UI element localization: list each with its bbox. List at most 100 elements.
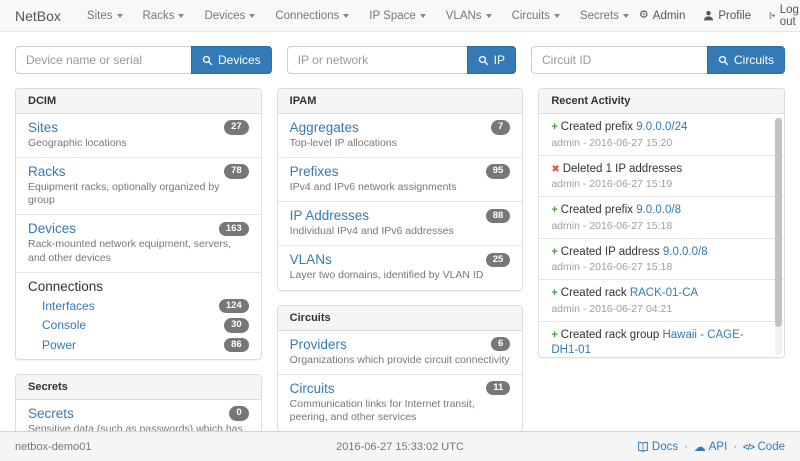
ip-search-input[interactable]	[287, 46, 467, 74]
connection-row: Power 86	[28, 338, 249, 352]
search-icon	[202, 55, 213, 66]
count-badge: 163	[219, 222, 249, 236]
activity-action: Created prefix	[561, 204, 633, 216]
panel-item-description: Individual IPv4 and IPv6 addresses	[290, 225, 511, 238]
activity-object-link[interactable]: 9.0.0.0/8	[663, 246, 708, 258]
connection-link[interactable]: Power	[42, 338, 76, 352]
plus-icon	[551, 329, 557, 341]
logout-link[interactable]: Log out	[769, 4, 800, 28]
docs-link[interactable]: Docs	[637, 441, 678, 453]
panel-circuits: Circuits Providers 6 Organizations which…	[277, 305, 524, 432]
admin-label: Admin	[653, 10, 686, 22]
device-search-button[interactable]: Devices	[191, 46, 272, 74]
logout-label: Log out	[780, 4, 800, 28]
code-label: Code	[758, 441, 786, 453]
navbar: NetBox Sites Racks Devices Connections I…	[0, 0, 800, 32]
code-icon: </>	[743, 442, 755, 452]
panel-item-link[interactable]: Devices	[28, 221, 76, 236]
caret-down-icon	[554, 14, 560, 18]
activity-list: Created prefix 9.0.0.0/24 admin - 2016-0…	[539, 114, 784, 357]
connection-row: Interfaces 124	[28, 299, 249, 313]
user-icon	[703, 10, 714, 21]
column-ipam: IPAM Aggregates 7 Top-level IP allocatio…	[277, 88, 524, 446]
column-dcim: DCIM Sites 27 Geographic locations Racks…	[15, 88, 262, 461]
nav-menu[interactable]: Devices	[194, 0, 265, 31]
main-content: DCIM Sites 27 Geographic locations Racks…	[15, 88, 785, 461]
nav-menu[interactable]: Secrets	[570, 0, 639, 31]
gear-icon: ⚙	[639, 10, 649, 21]
count-badge: 95	[486, 164, 511, 178]
device-search-input[interactable]	[15, 46, 191, 74]
panel-item-link[interactable]: VLANs	[290, 252, 332, 267]
connection-link[interactable]: Interfaces	[42, 299, 95, 313]
count-badge: 27	[224, 120, 249, 134]
panel-item-link[interactable]: Racks	[28, 164, 66, 179]
code-link[interactable]: </> Code	[743, 441, 785, 453]
count-badge: 6	[491, 337, 510, 351]
activity-action: Deleted 1 IP addresses	[563, 163, 682, 175]
footer-hostname: netbox-demo01	[15, 441, 91, 453]
nav-menu[interactable]: VLANs	[436, 0, 502, 31]
profile-link[interactable]: Profile	[703, 10, 751, 22]
caret-down-icon	[420, 14, 426, 18]
plus-icon	[551, 246, 557, 258]
panel-item: Devices 163 Rack-mounted network equipme…	[16, 214, 261, 271]
panel-item-link[interactable]: Secrets	[28, 406, 74, 421]
panel-item-description: Equipment racks, optionally organized by…	[28, 181, 249, 207]
activity-item: Created prefix 9.0.0.0/24 admin - 2016-0…	[539, 114, 784, 155]
plus-icon	[551, 287, 557, 299]
activity-scrollbar[interactable]	[775, 117, 782, 355]
panel-dcim: DCIM Sites 27 Geographic locations Racks…	[15, 88, 262, 360]
activity-object-link[interactable]: 9.0.0.0/24	[636, 121, 687, 133]
api-label: API	[709, 441, 728, 453]
circuit-search-input[interactable]	[531, 46, 707, 74]
panel-item-link[interactable]: Circuits	[290, 381, 335, 396]
nav-menu[interactable]: Connections	[265, 0, 359, 31]
count-badge: 78	[224, 164, 249, 178]
activity-object-link[interactable]: 9.0.0.0/8	[636, 204, 681, 216]
api-link[interactable]: ☁ API	[694, 441, 728, 453]
scrollbar-thumb[interactable]	[775, 118, 782, 327]
activity-meta: admin - 2016-06-27 15:18	[551, 261, 768, 273]
circuit-search-button[interactable]: Circuits	[707, 46, 785, 74]
brand-logo[interactable]: NetBox	[15, 8, 61, 24]
footer-links: Docs · ☁ API · </> Code	[637, 441, 785, 453]
connections-section: Connections Interfaces 124 Console 30	[16, 272, 261, 359]
nav-menu[interactable]: Circuits	[502, 0, 570, 31]
connection-link[interactable]: Console	[42, 318, 86, 332]
nav-menu[interactable]: Sites	[77, 0, 133, 31]
activity-action: Created rack	[561, 287, 627, 299]
ip-search-button[interactable]: IP	[467, 46, 516, 74]
panel-item: IP Addresses 88 Individual IPv4 and IPv6…	[278, 201, 523, 245]
activity-object-link[interactable]: RACK-01-CA	[630, 287, 698, 299]
panel-item-link[interactable]: IP Addresses	[290, 208, 369, 223]
panel-ipam: IPAM Aggregates 7 Top-level IP allocatio…	[277, 88, 524, 291]
nav-menu[interactable]: IP Space	[359, 0, 435, 31]
panel-item-description: IPv4 and IPv6 network assignments	[290, 181, 511, 194]
ip-search-button-label: IP	[494, 53, 505, 67]
caret-down-icon	[117, 14, 123, 18]
caret-down-icon	[343, 14, 349, 18]
panel-item-link[interactable]: Sites	[28, 120, 58, 135]
book-icon	[637, 441, 649, 453]
activity-meta: admin - 2016-06-27 15:18	[551, 220, 768, 232]
panel-item: Prefixes 95 IPv4 and IPv6 network assign…	[278, 157, 523, 201]
panel-ipam-title: IPAM	[278, 89, 523, 114]
count-badge: 124	[219, 299, 249, 313]
admin-link[interactable]: ⚙ Admin	[639, 10, 685, 22]
panel-item-link[interactable]: Prefixes	[290, 164, 339, 179]
count-badge: 30	[224, 318, 249, 332]
circuit-search-button-label: Circuits	[734, 53, 774, 67]
caret-down-icon	[486, 14, 492, 18]
activity-item: Created rack group Hawaii - CAGE-DH1-01 …	[539, 321, 784, 357]
docs-label: Docs	[652, 441, 678, 453]
footer-separator: ·	[733, 441, 737, 453]
panel-item-description: Rack-mounted network equipment, servers,…	[28, 238, 249, 264]
activity-item: Created rack RACK-01-CA admin - 2016-06-…	[539, 279, 784, 321]
panel-item-link[interactable]: Providers	[290, 337, 347, 352]
nav-menu[interactable]: Racks	[133, 0, 195, 31]
panel-item-link[interactable]: Aggregates	[290, 120, 359, 135]
caret-down-icon	[623, 14, 629, 18]
panel-item-description: Geographic locations	[28, 137, 249, 150]
device-search-group: Devices	[15, 46, 272, 74]
